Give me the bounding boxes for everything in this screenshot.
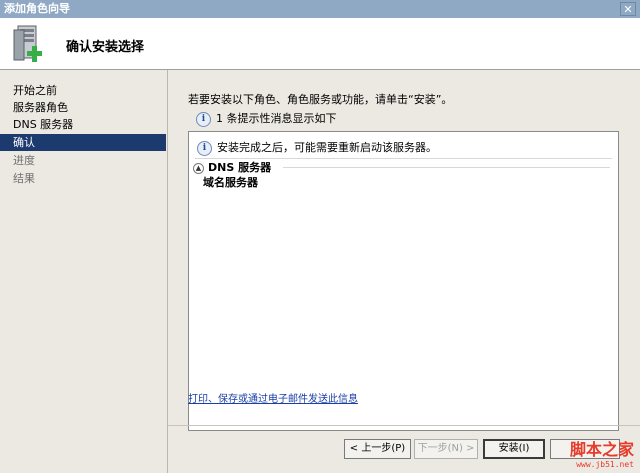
section-title: DNS 服务器	[208, 161, 272, 174]
server-add-icon	[13, 25, 42, 62]
sidebar-item-results: 结果	[13, 172, 35, 185]
wizard-sidebar: 开始之前 服务器角色 DNS 服务器 确认 进度 结果	[0, 70, 168, 473]
title-bar: 添加角色向导 ✕	[0, 0, 640, 18]
watermark: 脚本之家 www.jb51.net	[570, 436, 634, 469]
wizard-header: 确认安装选择	[0, 18, 640, 70]
collapse-icon[interactable]: ▲	[193, 162, 204, 174]
instruction-text: 若要安装以下角色、角色服务或功能，请单击“安装”。	[188, 93, 453, 106]
sidebar-item-before-you-begin[interactable]: 开始之前	[0, 82, 166, 99]
close-button[interactable]: ✕	[620, 2, 636, 16]
wizard-window: 添加角色向导 ✕ 确认安装选择 开始之前 服务器角色 DNS 服务器 确认 进度…	[0, 0, 640, 473]
hint-text: 1 条提示性消息显示如下	[216, 112, 337, 125]
section-item-domain-name-server: 域名服务器	[203, 176, 258, 189]
page-title: 确认安装选择	[66, 40, 145, 55]
sidebar-item-server-roles[interactable]: 服务器角色	[0, 99, 166, 116]
watermark-url: www.jb51.net	[576, 460, 634, 469]
hint-row: i 1 条提示性消息显示如下	[196, 110, 337, 127]
install-button[interactable]: 安装(I)	[483, 439, 545, 459]
restart-note: i 安装完成之后，可能需要重新启动该服务器。	[197, 139, 437, 156]
window-title: 添加角色向导	[4, 2, 70, 15]
section-divider	[283, 167, 610, 168]
sidebar-item-progress: 进度	[13, 154, 35, 167]
sidebar-item-dns-server[interactable]: DNS 服务器	[0, 116, 166, 133]
watermark-logo: 脚本之家	[569, 440, 634, 459]
info-icon: i	[197, 140, 212, 156]
section-header-dns[interactable]: ▲ DNS 服务器	[193, 159, 271, 175]
previous-button[interactable]: < 上一步(P)	[344, 439, 411, 459]
sidebar-item-confirmation[interactable]: 确认	[0, 134, 166, 151]
footer-divider	[168, 425, 640, 426]
restart-note-text: 安装完成之后，可能需要重新启动该服务器。	[217, 141, 437, 154]
summary-panel[interactable]: i 安装完成之后，可能需要重新启动该服务器。 ▲ DNS 服务器 域名服务器	[188, 131, 619, 431]
info-icon: i	[196, 111, 211, 127]
print-save-email-link[interactable]: 打印、保存或通过电子邮件发送此信息	[188, 390, 358, 405]
next-button: 下一步(N) >	[414, 439, 478, 459]
wizard-content: 若要安装以下角色、角色服务或功能，请单击“安装”。 i1 条提示性消息显示如下 …	[168, 70, 640, 473]
